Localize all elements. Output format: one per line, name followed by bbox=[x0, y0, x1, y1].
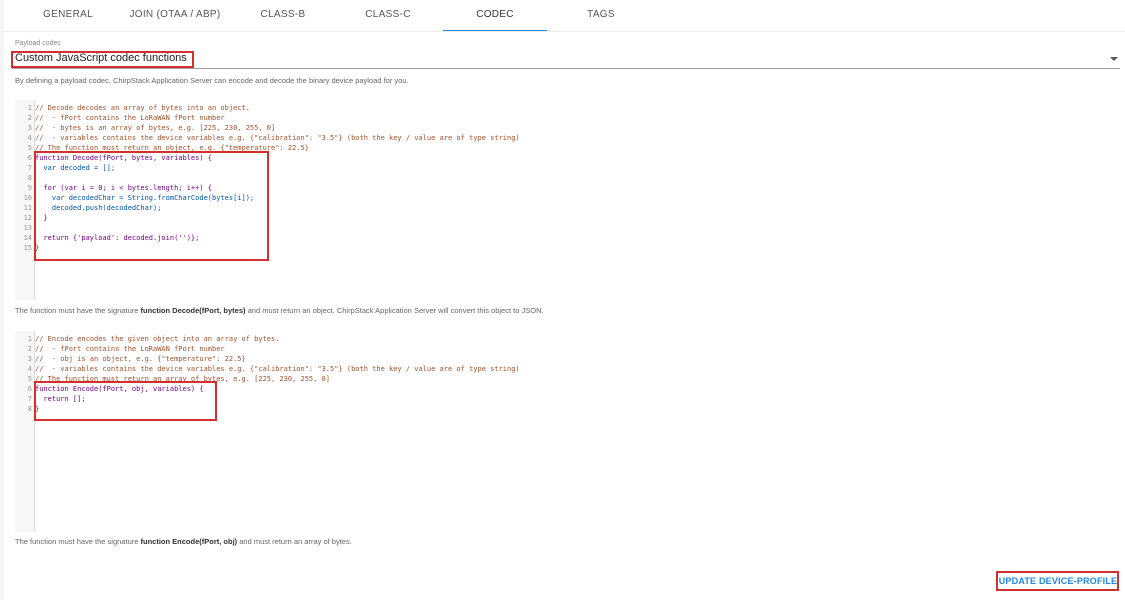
tab-general[interactable]: GENERAL bbox=[30, 0, 106, 30]
code-line: 7 var decoded = []; bbox=[27, 164, 116, 172]
encode-code-editor[interactable]: 1// Encode encodes the given object into… bbox=[15, 331, 1120, 532]
dropdown-arrow-icon bbox=[1110, 57, 1118, 61]
payload-codec-select[interactable]: Custom JavaScript codec functions bbox=[12, 51, 1120, 69]
code-line: 1// Encode encodes the given object into… bbox=[27, 335, 280, 343]
code-line: 3// - obj is an object, e.g. {"temperatu… bbox=[27, 355, 246, 363]
payload-codec-helper: By defining a payload codec, ChirpStack … bbox=[15, 76, 409, 85]
code-line: 12 } bbox=[23, 214, 48, 222]
decode-helper: The function must have the signature fun… bbox=[15, 306, 544, 315]
update-device-profile-button[interactable]: UPDATE DEVICE-PROFILE bbox=[998, 572, 1118, 590]
encode-code-area[interactable]: 1// Encode encodes the given object into… bbox=[27, 331, 1120, 532]
decode-code-editor[interactable]: 1// Decode decodes an array of bytes int… bbox=[15, 100, 1120, 300]
code-line: 8} bbox=[27, 405, 40, 413]
code-line: 4// - variables contains the device vari… bbox=[27, 365, 520, 373]
code-line: 11 decoded.push(decodedChar); bbox=[23, 204, 162, 212]
code-line: 3// - bytes is an array of bytes, e.g. [… bbox=[27, 124, 276, 132]
code-line: 15} bbox=[23, 244, 40, 252]
tabs-divider bbox=[4, 31, 1125, 32]
code-line: 1// Decode decodes an array of bytes int… bbox=[27, 104, 250, 112]
code-line: 5// The function must return an object, … bbox=[27, 144, 309, 152]
tab-codec[interactable]: CODEC bbox=[443, 0, 547, 32]
tab-class-c[interactable]: CLASS-C bbox=[350, 0, 426, 30]
code-line: 9 for (var i = 0; i < bytes.length; i++)… bbox=[27, 184, 213, 192]
tab-bar: GENERAL JOIN (OTAA / ABP) CLASS-B CLASS-… bbox=[0, 0, 1125, 32]
encode-helper: The function must have the signature fun… bbox=[15, 537, 352, 546]
code-line: 2// - fPort contains the LoRaWAN fPort n… bbox=[27, 345, 225, 353]
left-edge bbox=[0, 0, 4, 600]
tab-join[interactable]: JOIN (OTAA / ABP) bbox=[120, 0, 230, 30]
code-line: 2// - fPort contains the LoRaWAN fPort n… bbox=[27, 114, 225, 122]
decode-code-area[interactable]: 1// Decode decodes an array of bytes int… bbox=[23, 100, 1120, 300]
device-profile-page: GENERAL JOIN (OTAA / ABP) CLASS-B CLASS-… bbox=[0, 0, 1125, 600]
code-line: 6 function Encode(fPort, obj, variables) … bbox=[27, 385, 204, 393]
tab-class-b[interactable]: CLASS-B bbox=[245, 0, 321, 30]
code-line: 10 var decodedChar = String.fromCharCode… bbox=[23, 194, 255, 202]
code-line: 6 function Decode(fPort, bytes, variables… bbox=[27, 154, 213, 162]
payload-codec-label: Payload codec bbox=[15, 40, 61, 47]
code-line: 7 return []; bbox=[27, 395, 86, 403]
tab-tags[interactable]: TAGS bbox=[563, 0, 639, 30]
code-line: 14 return {'payload': decoded.join('')}; bbox=[23, 234, 200, 242]
payload-codec-value: Custom JavaScript codec functions bbox=[15, 52, 187, 64]
code-line: 4// - variables contains the device vari… bbox=[27, 134, 520, 142]
code-line: 5// The function must return an array of… bbox=[27, 375, 331, 383]
